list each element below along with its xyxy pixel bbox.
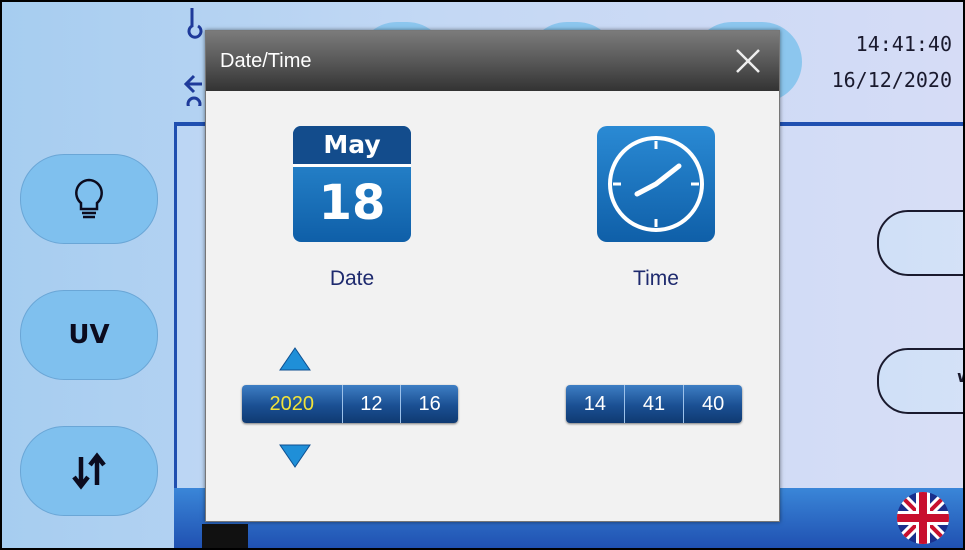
uv-button-label: UV xyxy=(68,320,110,350)
calendar-day: 18 xyxy=(318,175,386,231)
date-label: Date xyxy=(329,267,375,290)
day-field[interactable]: 16 xyxy=(400,385,458,423)
lock-icon[interactable] xyxy=(202,524,248,548)
calendar-icon[interactable]: May 18 xyxy=(293,126,411,242)
up-down-arrows-icon xyxy=(69,451,109,491)
triangle-down-icon[interactable] xyxy=(278,443,312,469)
light-button[interactable] xyxy=(20,154,158,244)
direction-control[interactable]: w xyxy=(877,348,963,414)
lightbulb-icon xyxy=(72,177,106,221)
date-spinner: 2020 12 16 xyxy=(242,385,458,423)
clock-time: 14:41:40 xyxy=(855,32,952,56)
clock-date: 16/12/2020 xyxy=(831,68,952,92)
year-field[interactable]: 2020 xyxy=(242,385,342,423)
control-label-fragment: w xyxy=(957,367,963,386)
seconds-field[interactable]: 40 xyxy=(683,385,742,423)
clock-icon[interactable] xyxy=(597,126,715,242)
up-down-button[interactable] xyxy=(20,426,158,516)
hours-field[interactable]: 14 xyxy=(566,385,624,423)
clock-readout: 14:41:40 16/12/2020 xyxy=(812,26,952,98)
time-label: Time xyxy=(633,267,679,290)
close-icon[interactable] xyxy=(731,44,765,78)
uv-button[interactable]: UV xyxy=(20,290,158,380)
dialog-header: Date/Time xyxy=(206,31,779,91)
month-field[interactable]: 12 xyxy=(341,385,401,423)
date-time-dialog: Date/Time May 18 Date Time 2020 12 16 14… xyxy=(205,30,780,522)
triangle-up-icon[interactable] xyxy=(278,346,312,372)
minutes-field[interactable]: 41 xyxy=(623,385,684,423)
schedule-control[interactable] xyxy=(877,210,963,276)
uk-flag-icon[interactable] xyxy=(897,492,949,544)
dialog-title: Date/Time xyxy=(220,49,312,72)
time-spinner: 14 41 40 xyxy=(566,385,742,423)
calendar-month: May xyxy=(293,126,411,164)
